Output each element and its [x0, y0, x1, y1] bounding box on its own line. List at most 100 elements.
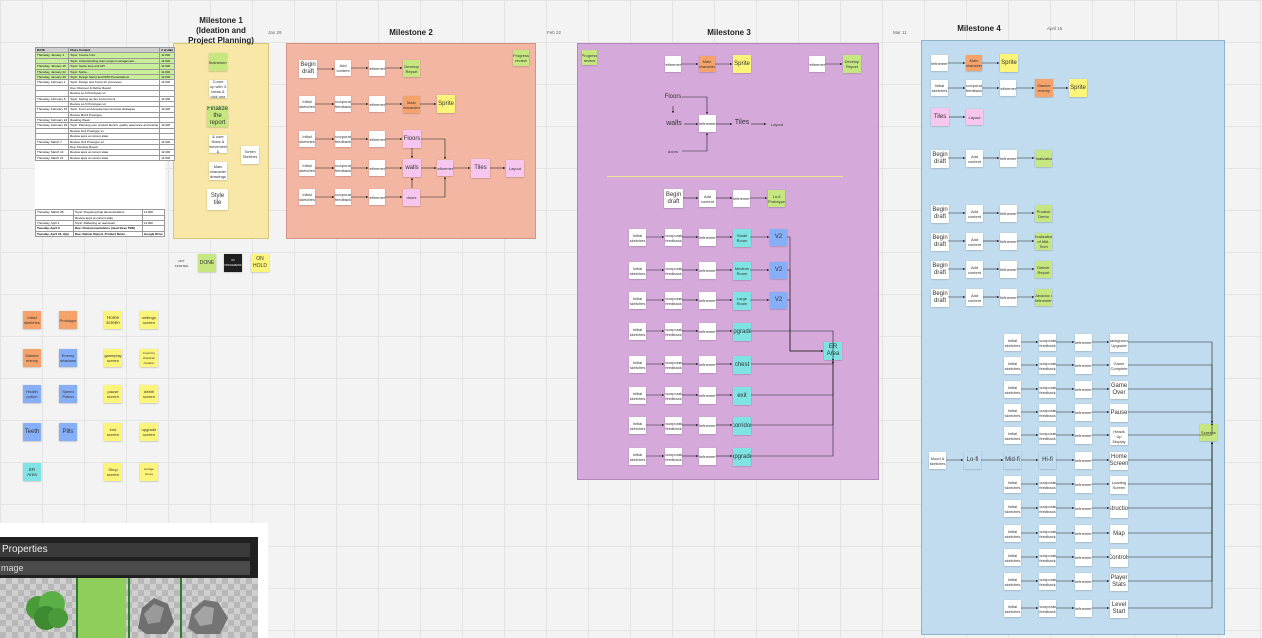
palette-initial-sketches[interactable]: Initial sketches [23, 311, 41, 329]
m3-room-0-step-1[interactable]: Incorporate feedback [665, 229, 682, 246]
m4-screen-3-step-3[interactable]: Pause [1110, 404, 1128, 422]
m4-screen-10-step-3[interactable]: Player Stats [1110, 573, 1128, 591]
palette-enemy-shadows[interactable]: Enemy shadows [59, 349, 77, 367]
m4-screen-8-step-0[interactable]: Initial sketches [1004, 525, 1021, 542]
m4-screen-0-step-1[interactable]: Incorporate feedback [1039, 334, 1056, 351]
m4-screen-7-step-3[interactable]: Instructions [1110, 500, 1128, 518]
m4-screen-5-step-2[interactable]: Mid-fi [1004, 452, 1021, 469]
m4-screen-11-step-1[interactable]: Incorporate feedback [1039, 600, 1056, 617]
m3-room-2-step-0[interactable]: Initial sketches [629, 292, 646, 309]
palette-health-potion[interactable]: Health potion [23, 385, 41, 403]
m4-t2-slasher[interactable]: Slasher enemy [1035, 79, 1053, 97]
m3-b-refinement[interactable]: Refinement [733, 190, 750, 207]
m4-t1-refinement[interactable]: Refinement [931, 55, 948, 71]
m3-room-7-step-1[interactable]: Incorporate feedback [665, 448, 682, 465]
m3-a1-main-character[interactable]: Main character [699, 56, 715, 72]
m4-screen-9-step-0[interactable]: Initial sketches [1004, 549, 1021, 566]
m4-screen-5-step-5[interactable]: Home Screen [1110, 452, 1128, 470]
m4-screen-7-step-1[interactable]: Incorporate feedback [1039, 500, 1056, 517]
m2-r3-refinement[interactable]: Refinement [369, 131, 385, 147]
m4-screen-10-step-1[interactable]: Incorporate feedback [1039, 573, 1056, 590]
milestone-3-frame[interactable] [577, 43, 879, 480]
m2-r5-doors[interactable]: doors [403, 189, 420, 206]
m4-screen-2-step-1[interactable]: Incorporate feedback [1039, 381, 1056, 398]
m4-screens-end[interactable]: Screens [1200, 424, 1217, 441]
palette-pause-screen[interactable]: pause screen [104, 385, 122, 403]
m4-screen-0-step-2[interactable]: Refinement [1075, 334, 1092, 351]
m2-r4-feedback[interactable]: Incorporate feedback [335, 160, 351, 176]
m2-r4-tiles[interactable]: Tiles [471, 159, 490, 178]
embedded-properties-window[interactable]: Properties mage [0, 523, 268, 638]
m3-a1-sprite[interactable]: Sprite [733, 55, 751, 73]
m3-room-6-step-1[interactable]: Incorporate feedback [665, 417, 682, 434]
m3-room-3-step-1[interactable]: Incorporate feedback [665, 323, 682, 340]
m2-r5-refinement[interactable]: Refinement [369, 189, 385, 205]
m1-sticky-style-tile[interactable]: Style tile [207, 189, 228, 210]
m4-t3-tiles[interactable]: Tiles [931, 108, 949, 126]
m3-room-3-step-0[interactable]: Initial sketches [629, 323, 646, 340]
m3-room-5-step-2[interactable]: Refinement [699, 387, 716, 404]
m4-t2-initial[interactable]: Initial sketches [931, 80, 948, 96]
m4-screen-3-step-0[interactable]: Initial sketches [1004, 404, 1021, 421]
palette-inventory[interactable]: inventory character creation [140, 349, 158, 367]
m1-sticky-main-drawings[interactable]: Main character drawings [209, 162, 227, 180]
m4-d3-step-2[interactable]: Refinement [1000, 233, 1017, 250]
m2-r5-feedback[interactable]: Incorporate feedback [335, 189, 351, 205]
m4-d1-step-1[interactable]: Add content [966, 150, 983, 167]
m4-d1-step-0[interactable]: Begin draft [931, 150, 949, 168]
m2-r2-sprite[interactable]: Sprite [437, 95, 455, 113]
m4-screen-6-step-0[interactable]: Initial sketches [1004, 476, 1021, 493]
m3-b-add-content[interactable]: Add content [699, 190, 716, 207]
m4-screen-11-step-0[interactable]: Initial sketches [1004, 600, 1021, 617]
m4-screen-5-step-1[interactable]: Lo-fi [964, 452, 981, 469]
palette-gameplay-screen[interactable]: gameplay screen [104, 349, 122, 367]
m3-a2-walls[interactable]: walls [664, 114, 684, 134]
tile-palette[interactable] [0, 578, 258, 638]
m4-d5-step-0[interactable]: Begin draft [931, 289, 949, 307]
palette-speed-potion[interactable]: Speed Potion [59, 385, 77, 403]
m4-d2-step-1[interactable]: Add content [966, 205, 983, 222]
m3-room-4-step-2[interactable]: Refinement [699, 356, 716, 373]
m3-er-area[interactable]: ER Area [824, 342, 842, 360]
m2-r2-feedback[interactable]: Incorporate feedback [335, 96, 351, 112]
m2-progress-review[interactable]: Progress review [513, 50, 529, 66]
tile-rock[interactable] [128, 578, 178, 638]
m1-sticky-finalize[interactable]: Finalize the report [207, 106, 228, 127]
tile-bush[interactable] [22, 578, 72, 638]
m4-screen-2-step-2[interactable]: Refinement [1075, 381, 1092, 398]
m3-room-1-step-2[interactable]: Refinement [699, 262, 716, 279]
m4-screen-6-step-3[interactable]: Loading Screen [1110, 476, 1128, 494]
m3-room-0-step-0[interactable]: Initial sketches [629, 229, 646, 246]
palette-end-screen[interactable]: end screen [104, 423, 122, 441]
m4-screen-4-step-1[interactable]: Incorporate feedback [1039, 427, 1056, 444]
m4-d2-step-3[interactable]: Product Demo [1035, 205, 1052, 222]
m4-screen-1-step-2[interactable]: Refinement [1075, 357, 1092, 374]
m2-r1-add-content[interactable]: Add content [335, 60, 351, 76]
m3-room-0-step-4[interactable]: V2 [770, 229, 787, 246]
milestone-4-frame[interactable] [921, 40, 1225, 635]
m3-room-3-step-2[interactable]: Refinement [699, 323, 716, 340]
m4-t3-layout[interactable]: Layout [966, 109, 983, 125]
m3-a2-refinement[interactable]: Refinement [699, 115, 716, 132]
m3-a2-floors[interactable]: Floors [664, 88, 682, 106]
m3-room-1-step-4[interactable]: V2 [770, 262, 787, 279]
m3-room-1-step-0[interactable]: Initial sketches [629, 262, 646, 279]
m4-screen-9-step-1[interactable]: Incorporate feedback [1039, 549, 1056, 566]
m4-d5-step-3[interactable]: Javadoc / Refinement [1035, 289, 1052, 306]
m4-screen-1-step-0[interactable]: Initial sketches [1004, 357, 1021, 374]
m4-d3-step-1[interactable]: Add content [966, 233, 983, 250]
m4-screen-11-step-3[interactable]: Level Start [1110, 600, 1128, 618]
palette-death-screen[interactable]: death screen [140, 385, 158, 403]
tile-rock-2[interactable] [180, 578, 230, 638]
m4-d5-step-1[interactable]: Add content [966, 289, 983, 306]
m3-room-2-step-4[interactable]: V2 [770, 292, 787, 309]
m4-screen-7-step-0[interactable]: Initial sketches [1004, 500, 1021, 517]
m2-r3-initial[interactable]: Initial sketches [299, 131, 315, 147]
palette-upgrade-screen[interactable]: upgrade screen [140, 423, 158, 441]
m4-d1-step-2[interactable]: Refinement [1000, 150, 1017, 167]
m3-room-4-step-3[interactable]: chest [733, 356, 751, 374]
m4-screen-2-step-0[interactable]: Initial sketches [1004, 381, 1021, 398]
m4-d2-step-0[interactable]: Begin draft [931, 205, 949, 223]
m3-room-6-step-0[interactable]: Initial sketches [629, 417, 646, 434]
m3-room-4-step-1[interactable]: Incorporate feedback [665, 356, 682, 373]
